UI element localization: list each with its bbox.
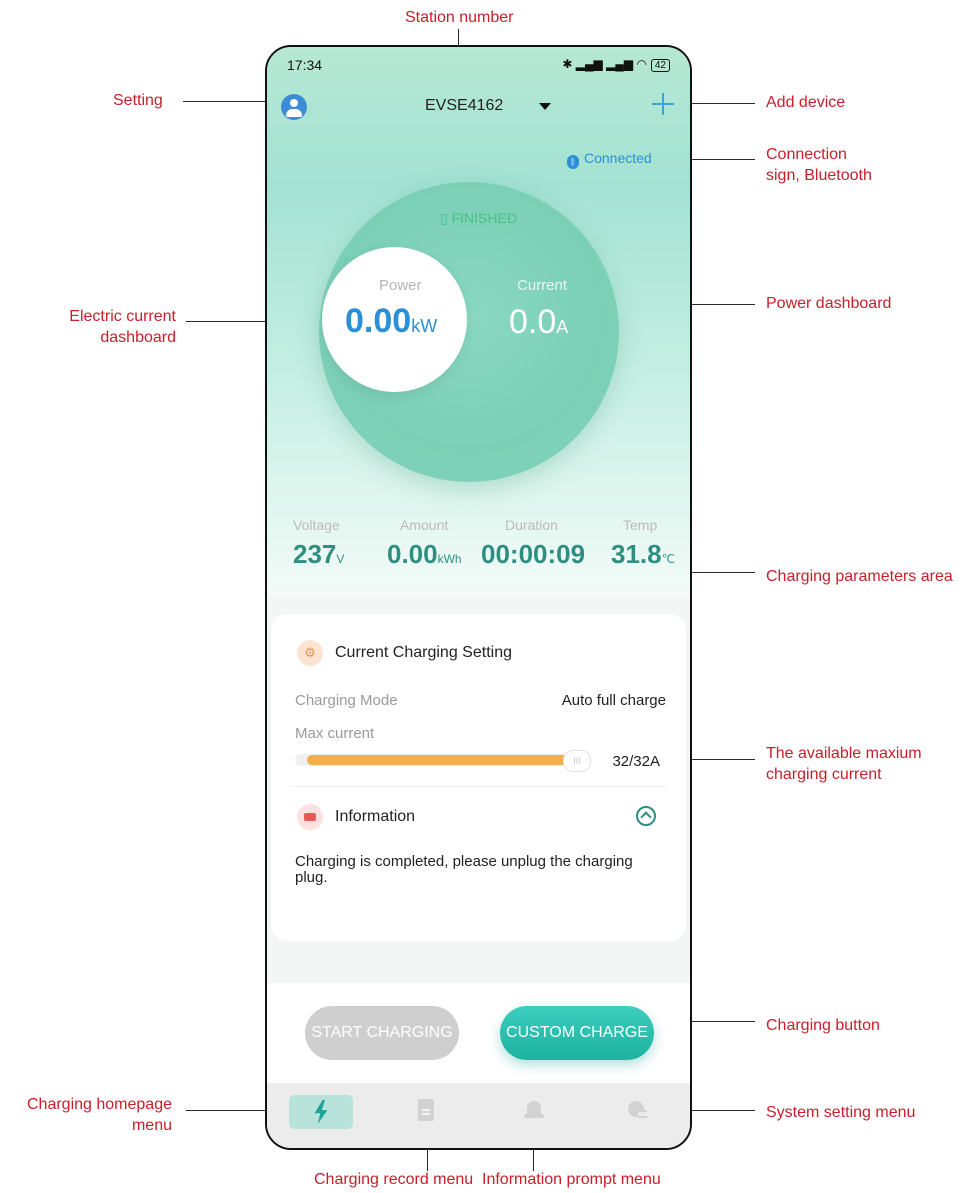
document-icon[interactable] <box>418 1099 434 1121</box>
annotation-setting: Setting <box>113 92 163 109</box>
slider-handle[interactable]: III <box>563 750 591 772</box>
connection-status: ᛒ Connected <box>567 150 652 169</box>
annotation-home-menu-2: menu <box>131 1117 172 1134</box>
max-current-value: 32/32A <box>612 753 660 770</box>
chevron-down-icon[interactable] <box>539 103 551 110</box>
annotation-power-dashboard: Power dashboard <box>766 295 892 312</box>
annotation-add-device: Add device <box>766 94 846 111</box>
information-message: Charging is completed, please unplug the… <box>295 853 633 886</box>
bell-icon[interactable] <box>523 1099 545 1121</box>
charging-mode-label: Charging Mode <box>295 692 398 709</box>
gear-icon: ⚙ <box>297 640 323 666</box>
param-label: Amount <box>400 517 449 533</box>
bluetooth-icon: ᛒ <box>567 155 579 169</box>
annotation-current-2: dashboard <box>100 329 176 346</box>
power-label: Power <box>379 277 422 294</box>
current-number: 0.0 <box>509 303 557 341</box>
current-label: Current <box>517 277 568 294</box>
divider <box>291 786 666 787</box>
annotation-charging-button: Charging button <box>766 1017 880 1034</box>
max-current-label: Max current <box>295 725 375 742</box>
annotation-record-menu: Charging record menu <box>314 1171 474 1188</box>
status-time: 17:34 <box>287 57 323 73</box>
settings-title: Current Charging Setting <box>335 644 512 661</box>
param-label: Duration <box>505 517 558 533</box>
plus-icon[interactable] <box>650 91 676 117</box>
custom-charge-button[interactable]: CUSTOM CHARGE <box>500 1006 654 1060</box>
annotation-system-menu: System setting menu <box>766 1104 916 1121</box>
power-value: 0.00kW <box>345 302 437 341</box>
charging-settings-card: ⚙ Current Charging Setting Charging Mode… <box>271 614 686 941</box>
param-value: 237V <box>293 539 344 570</box>
param-value: 00:00:09 <box>481 539 585 570</box>
annotation-max-current-2: charging current <box>766 766 882 783</box>
param-temp: Temp 31.8℃ <box>611 517 675 570</box>
power-unit: kW <box>411 316 438 336</box>
param-unit: kWh <box>437 552 462 566</box>
power-number: 0.00 <box>345 302 412 340</box>
slider-fill <box>307 755 569 765</box>
annotation-max-current-1: The available maxium <box>766 745 922 762</box>
current-value: 0.0A <box>509 303 568 342</box>
start-charging-button[interactable]: START CHARGING <box>305 1006 459 1060</box>
annotation-home-menu-1: Charging homepage <box>27 1096 172 1113</box>
param-label: Temp <box>623 517 658 533</box>
charging-buttons: START CHARGING CUSTOM CHARGE <box>267 983 690 1083</box>
gear-icon[interactable] <box>626 1099 648 1121</box>
param-unit: V <box>336 552 345 566</box>
param-number: 31.8 <box>611 539 662 569</box>
param-unit: ℃ <box>661 552 676 566</box>
param-value: 0.00kWh <box>387 539 462 570</box>
chevron-up-icon[interactable] <box>636 806 656 826</box>
information-title: Information <box>335 808 416 825</box>
annotation-charging-params: Charging parameters area <box>766 568 953 585</box>
connection-label: Connected <box>584 150 652 166</box>
signal-icons: ✱ ▂▄▆ ▂▄▆ ◠ 42 <box>562 57 670 72</box>
user-icon[interactable] <box>281 94 307 120</box>
phone-screen: 17:34 ✱ ▂▄▆ ▂▄▆ ◠ 42 EVSE4162 ᛒ Connected … <box>265 45 692 1150</box>
charging-dashboard: 17:34 ✱ ▂▄▆ ▂▄▆ ◠ 42 EVSE4162 ᛒ Connected … <box>267 47 690 597</box>
charging-mode-value[interactable]: Auto full charge <box>562 692 666 709</box>
battery-icon: 42 <box>650 59 670 72</box>
status-bar: 17:34 ✱ ▂▄▆ ▂▄▆ ◠ 42 <box>287 57 670 75</box>
param-voltage: Voltage 237V <box>293 517 344 570</box>
bottom-nav <box>267 1083 690 1148</box>
param-number: 00:00:09 <box>481 539 586 569</box>
annotation-connection-2: sign, Bluetooth <box>766 167 872 184</box>
station-number[interactable]: EVSE4162 <box>425 97 503 115</box>
param-value: 31.8℃ <box>611 539 675 570</box>
annotation-info-menu: Information prompt menu <box>482 1171 661 1188</box>
charging-status: ▯ FINISHED <box>440 210 517 226</box>
annotation-current-1: Electric current <box>69 308 176 325</box>
param-duration: Duration 00:00:09 <box>481 517 585 570</box>
tab-charging-home[interactable] <box>289 1095 353 1129</box>
param-amount: Amount 0.00kWh <box>387 517 462 570</box>
param-label: Voltage <box>293 517 340 533</box>
message-icon <box>297 804 323 830</box>
annotation-connection-1: Connection <box>766 146 847 163</box>
current-unit: A <box>556 317 569 337</box>
param-number: 0.00 <box>387 539 438 569</box>
param-number: 237 <box>293 539 337 569</box>
bolt-icon <box>314 1100 328 1124</box>
charging-status-label: FINISHED <box>451 210 517 226</box>
annotation-station-number: Station number <box>405 9 514 26</box>
